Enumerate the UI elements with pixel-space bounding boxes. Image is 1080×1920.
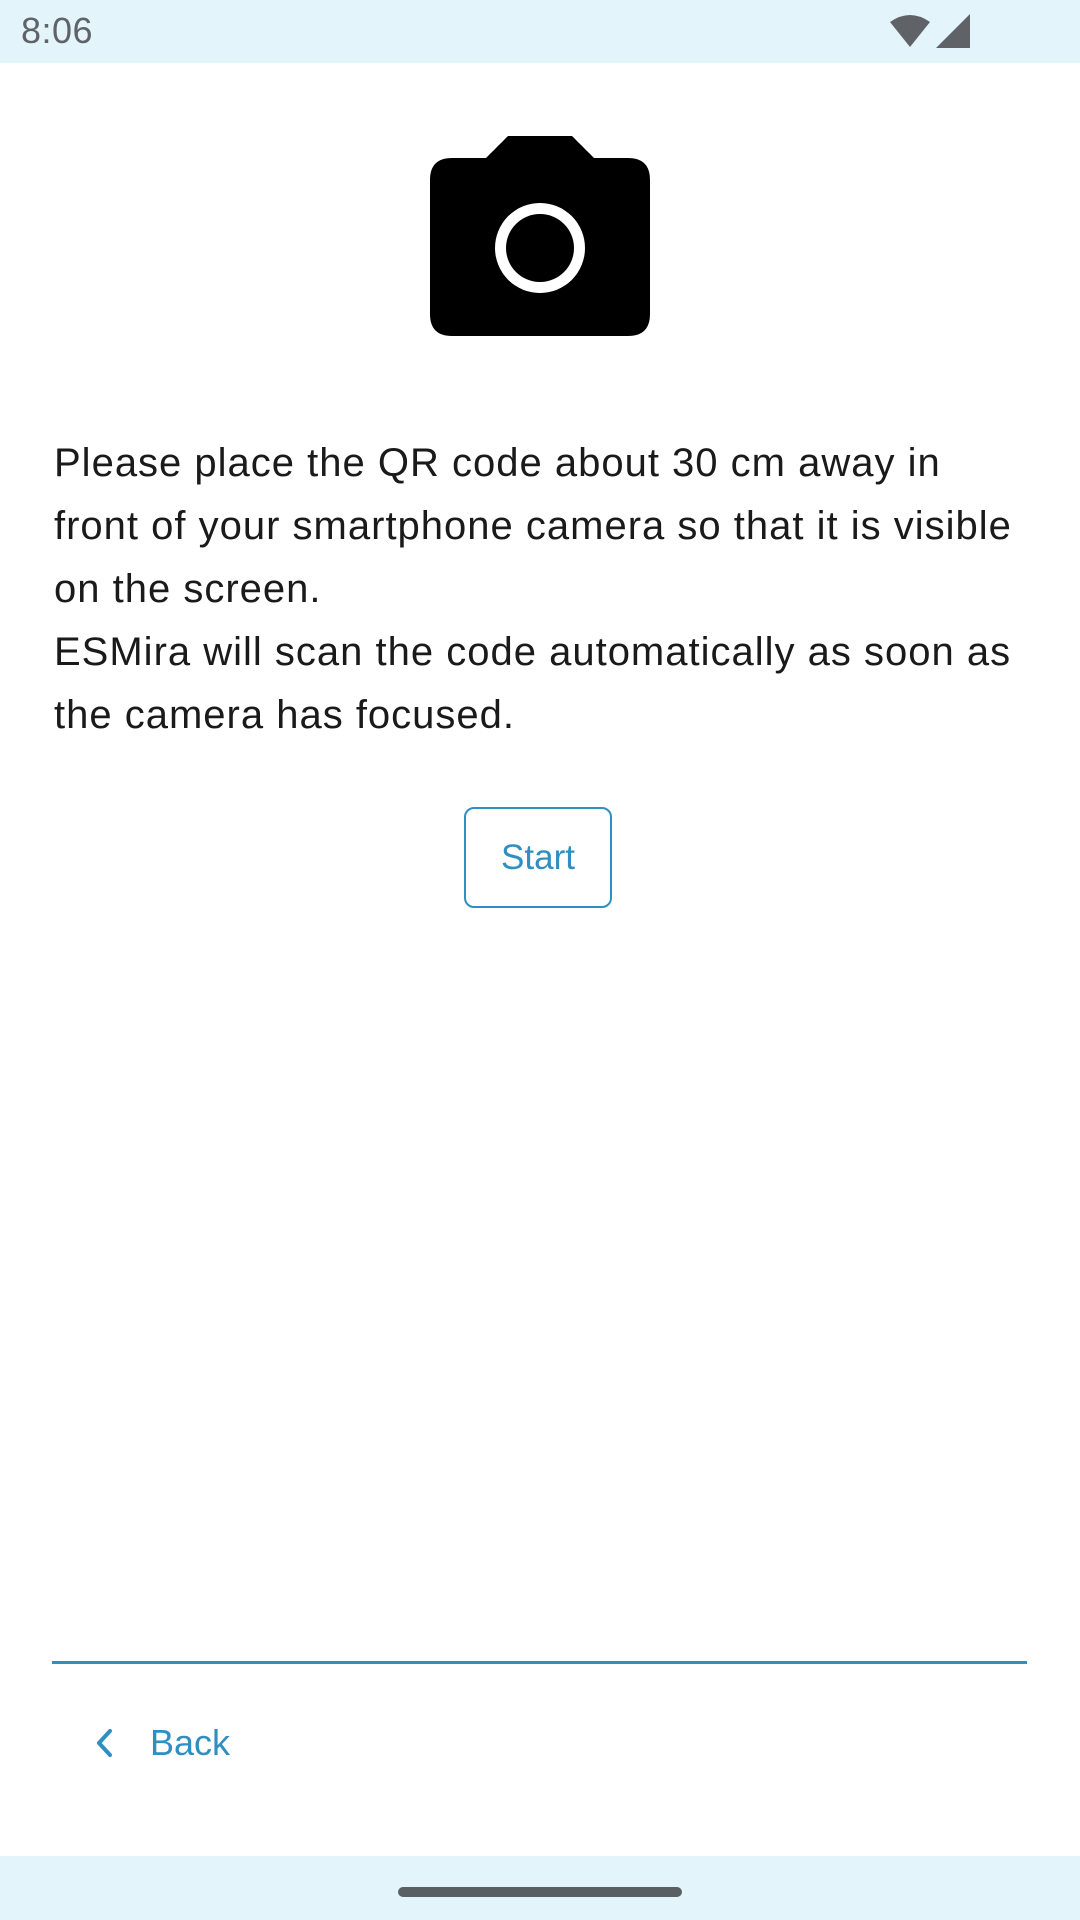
status-bar: 8:06 (0, 0, 1080, 63)
navigation-bar (0, 1856, 1080, 1920)
start-button[interactable]: Start (464, 807, 612, 908)
wifi-icon (890, 15, 930, 47)
start-button-label: Start (501, 837, 575, 877)
instructions-text: Please place the QR code about 30 cm awa… (54, 432, 1034, 747)
instruction-paragraph-1: Please place the QR code about 30 cm awa… (54, 441, 1012, 611)
instruction-paragraph-2: ESMira will scan the code automatically … (54, 630, 1012, 737)
back-button-label: Back (150, 1722, 231, 1763)
status-time: 8:06 (21, 10, 94, 51)
camera-icon (430, 136, 650, 336)
back-button[interactable]: Back (94, 1718, 230, 1768)
chevron-left-icon (97, 1729, 112, 1757)
cellular-signal-icon (936, 14, 970, 48)
status-icons (890, 14, 970, 48)
home-gesture-handle[interactable] (398, 1887, 682, 1897)
footer-divider (52, 1661, 1027, 1664)
camera-illustration (0, 136, 1080, 336)
